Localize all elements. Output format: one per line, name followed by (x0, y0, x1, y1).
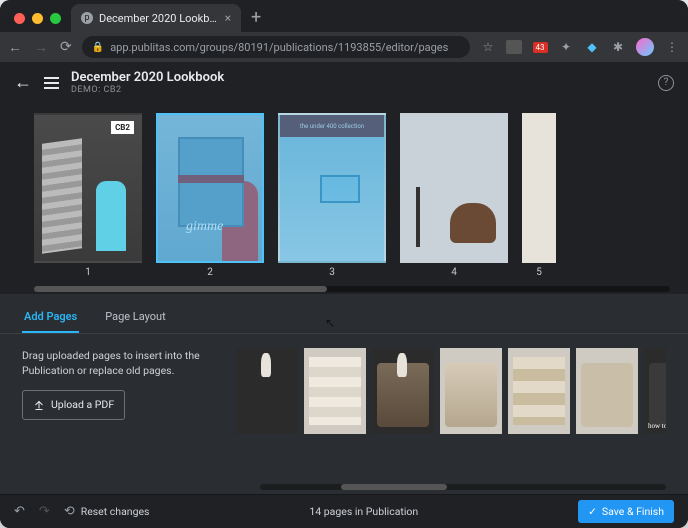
upload-tray (236, 348, 666, 478)
app-root: ← December 2020 Lookbook DEMO: CB2 ? CB2… (0, 62, 688, 528)
nav-forward-icon[interactable]: → (34, 39, 48, 56)
reset-label: Reset changes (81, 505, 150, 518)
page-number: 3 (329, 267, 335, 278)
extension-icon[interactable] (506, 40, 522, 54)
upload-icon (33, 399, 45, 411)
page-thumb-5[interactable]: 5 (522, 113, 556, 278)
page-thumb-2[interactable]: gimme 2 (156, 113, 264, 278)
close-tab-icon[interactable]: × (225, 11, 231, 25)
tab-favicon-icon: p (81, 12, 93, 24)
upload-pdf-button[interactable]: Upload a PDF (22, 390, 125, 419)
lock-icon: 🔒 (92, 42, 104, 53)
hamburger-menu-icon[interactable] (44, 77, 59, 89)
scrollbar-thumb[interactable] (34, 286, 327, 292)
extension-icon-3[interactable]: ◆ (584, 39, 600, 55)
publication-subtitle: DEMO: CB2 (71, 85, 646, 95)
artwork-lamp (416, 187, 420, 247)
maximize-window-icon[interactable] (50, 13, 61, 24)
page-thumb-3[interactable]: the under 400 collection 3 (278, 113, 386, 278)
brand-logo: CB2 (111, 121, 134, 134)
browser-tab[interactable]: p December 2020 Lookbook × (71, 4, 241, 32)
reload-icon[interactable]: ⟳ (60, 39, 72, 56)
url-text: app.publitas.com/groups/80191/publicatio… (110, 41, 448, 54)
browser-titlebar: p December 2020 Lookbook × + (0, 0, 688, 32)
reset-changes-button[interactable]: ⟲ Reset changes (64, 504, 150, 519)
bookmark-star-icon[interactable]: ☆ (480, 39, 496, 55)
extension-icon-2[interactable]: ✦ (558, 39, 574, 55)
artwork-chair (450, 203, 496, 243)
save-finish-button[interactable]: ✓ Save & Finish (578, 500, 674, 523)
minimize-window-icon[interactable] (32, 13, 43, 24)
tray-scrollbar[interactable] (260, 484, 666, 490)
tab-page-layout[interactable]: Page Layout (103, 304, 168, 333)
refresh-icon: ⟲ (64, 504, 75, 519)
tab-title: December 2020 Lookbook (99, 12, 219, 25)
bottom-panel: Add Pages Page Layout Drag uploaded page… (0, 294, 688, 494)
browser-menu-icon[interactable]: ⋮ (664, 39, 680, 55)
pages-strip: CB2 1 gimme 2 (0, 103, 688, 292)
artwork-person (96, 181, 126, 251)
extension-badge-icon[interactable]: 43 (532, 39, 548, 55)
address-bar[interactable]: 🔒 app.publitas.com/groups/80191/publicat… (82, 36, 470, 58)
page-number: 5 (536, 267, 542, 278)
page-number: 1 (85, 267, 91, 278)
redo-icon[interactable]: ↷ (39, 504, 50, 519)
extensions-puzzle-icon[interactable]: ✱ (610, 39, 626, 55)
tab-add-pages[interactable]: Add Pages (22, 304, 79, 333)
back-arrow-icon[interactable]: ← (14, 72, 32, 93)
page-number: 4 (451, 267, 457, 278)
close-window-icon[interactable] (14, 13, 25, 24)
browser-window: p December 2020 Lookbook × + ← → ⟳ 🔒 app… (0, 0, 688, 528)
save-label: Save & Finish (602, 505, 664, 518)
undo-icon[interactable]: ↶ (14, 504, 25, 519)
nav-back-icon[interactable]: ← (8, 39, 22, 56)
instructions-pane: Drag uploaded pages to insert into the P… (22, 348, 222, 478)
help-icon[interactable]: ? (658, 75, 674, 91)
page-count-status: 14 pages in Publication (163, 505, 564, 518)
selection-overlay (280, 115, 384, 261)
app-header: ← December 2020 Lookbook DEMO: CB2 ? (0, 62, 688, 103)
page-thumb-1[interactable]: CB2 1 (34, 113, 142, 278)
tray-thumb[interactable] (508, 348, 570, 434)
page-thumb-4[interactable]: 4 (400, 113, 508, 278)
profile-avatar[interactable] (636, 38, 654, 56)
artwork-stairs (42, 138, 82, 254)
tray-thumb[interactable] (644, 348, 666, 434)
browser-toolbar: ← → ⟳ 🔒 app.publitas.com/groups/80191/pu… (0, 32, 688, 62)
window-controls (8, 13, 67, 32)
footer-bar: ↶ ↷ ⟲ Reset changes 14 pages in Publicat… (0, 494, 688, 528)
upload-label: Upload a PDF (51, 397, 114, 412)
check-icon: ✓ (588, 505, 597, 518)
publication-title: December 2020 Lookbook (71, 70, 646, 85)
instructions-text: Drag uploaded pages to insert into the P… (22, 348, 222, 378)
tray-thumb[interactable] (236, 348, 298, 434)
tray-thumb[interactable] (440, 348, 502, 434)
pages-scrollbar[interactable] (34, 286, 670, 292)
tray-thumb[interactable] (304, 348, 366, 434)
panel-tabs: Add Pages Page Layout (0, 294, 688, 334)
new-tab-button[interactable]: + (241, 7, 271, 32)
tray-thumb[interactable] (372, 348, 434, 434)
scrollbar-thumb[interactable] (341, 484, 447, 490)
browser-extensions: ☆ 43 ✦ ◆ ✱ ⋮ (480, 38, 680, 56)
tray-thumb[interactable] (576, 348, 638, 434)
selection-overlay (158, 115, 262, 261)
page-number: 2 (207, 267, 213, 278)
